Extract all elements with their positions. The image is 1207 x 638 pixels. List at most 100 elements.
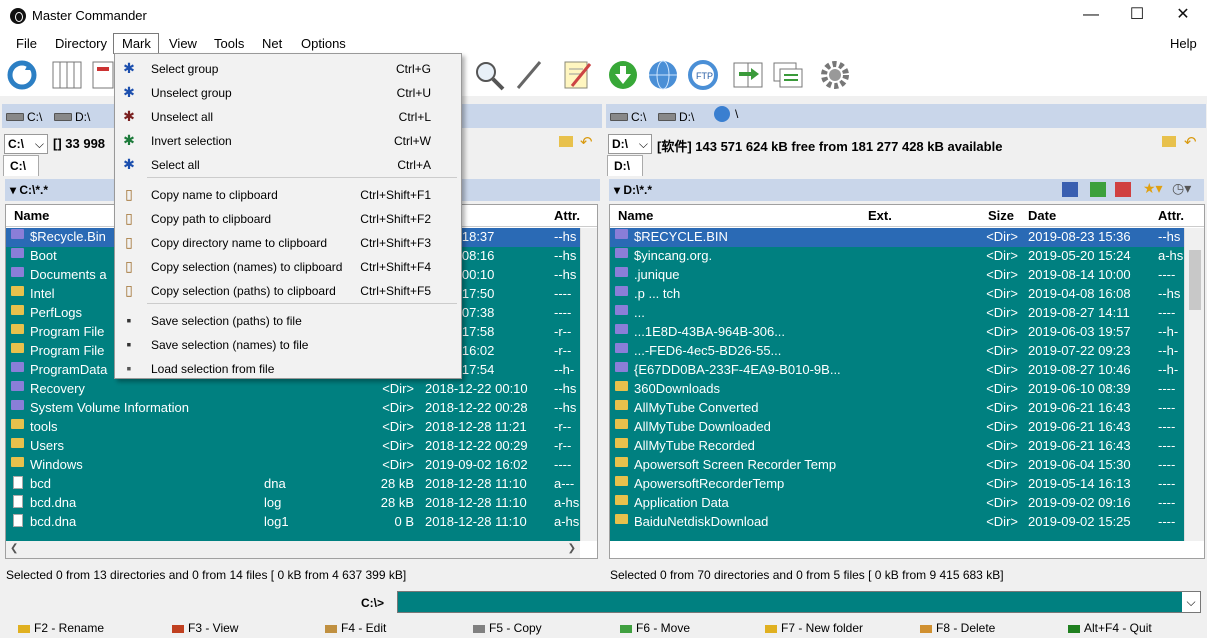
history-icon[interactable]: ◷▾ [1172,180,1191,197]
file-row[interactable]: Recovery <Dir> 2018-12-22 00:10 --hs [6,380,580,399]
right-tab[interactable]: D:\ [607,155,643,176]
left-drive-d[interactable]: D:\ [54,110,90,124]
chevron-down-icon[interactable]: ⌵ [1182,592,1200,612]
menu-options[interactable]: Options [301,36,346,51]
add-folder-icon[interactable] [1090,182,1106,197]
file-row[interactable]: AllMyTube Downloaded <Dir> 2019-06-21 16:4… [610,418,1184,437]
left-drive-c[interactable]: C:\ [6,110,42,124]
back-arrow-icon[interactable]: ↶ [1184,133,1197,151]
fkey-button[interactable]: F7 - New folder [765,621,863,635]
mark-menu-item[interactable]: ✱ Select group Ctrl+G [115,56,461,80]
left-hscrollbar[interactable]: ❮ ❯ [6,541,580,558]
fkey-button[interactable]: F6 - Move [620,621,690,635]
left-scrollbar[interactable] [580,228,597,541]
menu-mark[interactable]: Mark [122,36,151,51]
link-icon[interactable] [1062,182,1078,197]
download-globe-icon[interactable] [606,58,640,92]
file-row[interactable]: BaiduNetdiskDownload <Dir> 2019-09-02 15:2… [610,513,1184,532]
mark-menu-item[interactable]: ✱ Unselect all Ctrl+L [115,104,461,128]
fkey-button[interactable]: F3 - View [172,621,238,635]
file-row[interactable]: {E67DD0BA-233F-4EA9-B010-9B... <Dir> 2019-… [610,361,1184,380]
menu-tools[interactable]: Tools [214,36,244,51]
menu-help[interactable]: Help [1170,36,1197,51]
chevron-left-icon[interactable]: ❮ [10,543,18,554]
right-drive-select[interactable]: D:\ ⌵ [608,134,652,154]
minimize-button[interactable]: — [1068,0,1114,32]
star-icon[interactable]: ★▾ [1143,180,1163,197]
menu-file[interactable]: File [16,36,37,51]
remove-icon[interactable] [1115,182,1131,197]
sync-panels-icon[interactable] [731,58,765,92]
file-row[interactable]: Windows <Dir> 2019-09-02 16:02 ---- [6,456,580,475]
menu-net[interactable]: Net [262,36,282,51]
right-drive-c[interactable]: C:\ [610,110,646,124]
mark-menu-item[interactable]: ▯ Copy directory name to clipboard Ctrl+Sh… [115,230,461,254]
right-col-name[interactable]: Name [618,208,653,223]
search-icon[interactable] [472,58,506,92]
mark-menu-item[interactable]: ▪ Save selection (paths) to file [115,308,461,332]
fkey-button[interactable]: F5 - Copy [473,621,542,635]
right-col-attr[interactable]: Attr. [1158,208,1184,223]
folder-icon[interactable] [559,136,573,147]
right-drive-d[interactable]: D:\ [658,110,694,124]
file-row[interactable]: Application Data <Dir> 2019-09-02 09:16 ---… [610,494,1184,513]
file-row[interactable]: Users <Dir> 2018-12-22 00:29 -r-- [6,437,580,456]
left-col-attr[interactable]: Attr. [554,208,580,223]
right-col-ext[interactable]: Ext. [868,208,892,223]
file-row[interactable]: ... <Dir> 2019-08-27 14:11 ---- [610,304,1184,323]
file-row[interactable]: ApowersoftRecorderTemp <Dir> 2019-05-14 16… [610,475,1184,494]
menu-directory[interactable]: Directory [55,36,107,51]
mark-menu-item[interactable]: ▯ Copy selection (names) to clipboard Ctrl… [115,254,461,278]
file-row[interactable]: $RECYCLE.BIN <Dir> 2019-08-23 15:36 --hs [610,228,1184,247]
file-row[interactable]: .junique <Dir> 2019-08-14 10:00 ---- [610,266,1184,285]
file-row[interactable]: ...-FED6-4ec5-BD26-55... <Dir> 2019-07-22 … [610,342,1184,361]
mark-menu-item[interactable]: ▪ Save selection (names) to file [115,332,461,356]
left-col-name[interactable]: Name [14,208,49,223]
chevron-right-icon[interactable]: ❯ [568,543,576,554]
network-globe-icon[interactable] [646,58,680,92]
file-row[interactable]: System Volume Information <Dir> 2018-12-22… [6,399,580,418]
mark-menu-item[interactable]: ▯ Copy name to clipboard Ctrl+Shift+F1 [115,182,461,206]
right-col-size[interactable]: Size [988,208,1014,223]
menu-view[interactable]: View [169,36,197,51]
right-drive-network[interactable]: \ [712,104,738,124]
notepad-icon[interactable] [560,58,594,92]
file-row[interactable]: AllMyTube Converted <Dir> 2019-06-21 16:43… [610,399,1184,418]
pen-icon[interactable] [512,58,546,92]
fkey-button[interactable]: Alt+F4 - Quit [1068,621,1152,635]
file-row[interactable]: $yincang.org. <Dir> 2019-05-20 15:24 a-hs [610,247,1184,266]
file-row[interactable]: Apowersoft Screen Recorder Temp <Dir> 2019… [610,456,1184,475]
right-scrollbar[interactable] [1184,228,1204,541]
file-row[interactable]: AllMyTube Recorded <Dir> 2019-06-21 16:43 -… [610,437,1184,456]
columns-view-icon[interactable] [50,58,84,92]
left-drive-select[interactable]: C:\ ⌵ [4,134,48,154]
left-filter[interactable]: ▾ C:\*.* [10,183,48,197]
left-tab[interactable]: C:\ [3,155,39,176]
compare-icon[interactable] [771,58,805,92]
mark-menu-item[interactable]: ✱ Select all Ctrl+A [115,152,461,176]
mark-menu-item[interactable]: ✱ Unselect group Ctrl+U [115,80,461,104]
refresh-icon[interactable] [5,58,39,92]
folder-icon[interactable] [1162,136,1176,147]
file-row[interactable]: bcd dna 28 kB 2018-12-28 11:10 a--- [6,475,580,494]
gear-icon[interactable] [818,58,852,92]
mark-menu-item[interactable]: ✱ Invert selection Ctrl+W [115,128,461,152]
right-col-date[interactable]: Date [1028,208,1056,223]
right-filter[interactable]: ▾ D:\*.* [614,183,652,197]
file-row[interactable]: 360Downloads <Dir> 2019-06-10 08:39 ---- [610,380,1184,399]
fkey-button[interactable]: F4 - Edit [325,621,386,635]
close-button[interactable]: ✕ [1160,0,1206,32]
scroll-thumb[interactable] [1189,250,1201,310]
file-row[interactable]: bcd.dna log1 0 B 2018-12-28 11:10 a-hs [6,513,580,532]
file-row[interactable]: ...1E8D-43BA-964B-306... <Dir> 2019-06-03 … [610,323,1184,342]
file-row[interactable]: tools <Dir> 2018-12-28 11:21 -r-- [6,418,580,437]
file-row[interactable]: bcd.dna log 28 kB 2018-12-28 11:10 a-hs [6,494,580,513]
maximize-button[interactable]: ☐ [1114,0,1160,32]
mark-menu-item[interactable]: ▯ Copy selection (paths) to clipboard Ctrl… [115,278,461,302]
cmd-input[interactable]: ⌵ [397,591,1201,613]
ftp-icon[interactable]: FTP [686,58,720,92]
fkey-button[interactable]: F8 - Delete [920,621,995,635]
mark-menu-item[interactable]: ▪ Load selection from file [115,356,461,380]
fkey-button[interactable]: F2 - Rename [18,621,104,635]
file-row[interactable]: .p ... tch <Dir> 2019-04-08 16:08 --hs [610,285,1184,304]
